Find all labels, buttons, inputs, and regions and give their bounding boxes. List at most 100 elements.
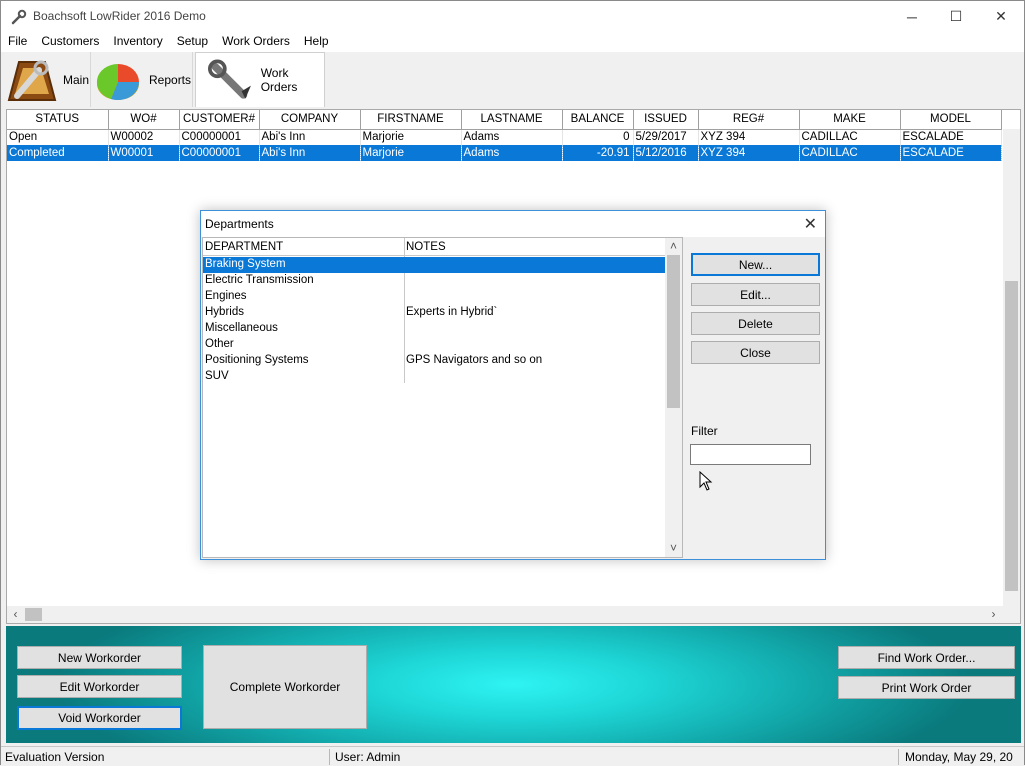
maximize-button[interactable]: ☐ xyxy=(933,1,979,32)
cell-firstname: Marjorie xyxy=(360,145,462,161)
menu-help[interactable]: Help xyxy=(297,32,336,52)
tab-main[interactable]: Main xyxy=(5,52,91,107)
list-item[interactable]: Miscellaneous xyxy=(203,321,666,337)
grid-horizontal-scroll-thumb[interactable] xyxy=(25,608,42,621)
col-header-model[interactable]: MODEL xyxy=(900,110,1002,130)
departments-list-header: DEPARTMENT NOTES xyxy=(203,238,666,256)
menu-inventory[interactable]: Inventory xyxy=(106,32,169,52)
close-dialog-button[interactable]: Close xyxy=(691,341,820,364)
table-row[interactable]: Completed W00001 C00000001 Abi's Inn Mar… xyxy=(7,145,1002,161)
app-window: Boachsoft LowRider 2016 Demo ─ ☐ ✕ File … xyxy=(0,0,1025,766)
status-divider xyxy=(329,749,330,765)
action-panel: New Workorder Edit Workorder Void Workor… xyxy=(6,626,1021,743)
list-item[interactable]: Positioning Systems GPS Navigators and s… xyxy=(203,353,666,369)
status-version: Evaluation Version xyxy=(5,750,105,764)
department-notes: GPS Navigators and so on xyxy=(406,354,543,366)
grid-vertical-scroll-thumb[interactable] xyxy=(1005,281,1018,591)
scroll-left-icon[interactable]: ‹ xyxy=(7,606,24,623)
grid-header-row: STATUS WO# CUSTOMER# COMPANY FIRSTNAME L… xyxy=(7,110,1002,130)
scroll-right-icon[interactable]: › xyxy=(985,606,1002,623)
cell-firstname: Marjorie xyxy=(360,129,462,145)
col-header-department[interactable]: DEPARTMENT xyxy=(205,241,283,253)
delete-department-button[interactable]: Delete xyxy=(691,312,820,335)
print-work-order-button[interactable]: Print Work Order xyxy=(838,676,1015,699)
list-item[interactable]: SUV xyxy=(203,369,666,385)
cell-issued: 5/29/2017 xyxy=(633,129,699,145)
department-name: Engines xyxy=(205,290,247,302)
col-header-balance[interactable]: BALANCE xyxy=(562,110,634,130)
col-header-status[interactable]: STATUS xyxy=(7,110,109,130)
grid-horizontal-scrollbar[interactable]: ‹ › xyxy=(7,606,1020,623)
col-header-notes[interactable]: NOTES xyxy=(406,241,446,253)
wrench-gauge-icon xyxy=(7,60,57,101)
department-notes: Experts in Hybrid` xyxy=(406,306,498,318)
cell-balance: 0 xyxy=(562,129,634,145)
dialog-title: Departments xyxy=(205,217,274,231)
department-name: Miscellaneous xyxy=(205,322,278,334)
close-window-button[interactable]: ✕ xyxy=(978,1,1024,32)
cell-issued: 5/12/2016 xyxy=(633,145,699,161)
department-name: Electric Transmission xyxy=(205,274,314,286)
col-header-company[interactable]: COMPANY xyxy=(259,110,361,130)
list-item[interactable]: Hybrids Experts in Hybrid` xyxy=(203,305,666,321)
scroll-up-icon[interactable]: ˄ xyxy=(665,238,682,255)
departments-scroll-thumb[interactable] xyxy=(667,255,680,408)
department-name: SUV xyxy=(205,370,229,382)
cell-wo: W00002 xyxy=(108,129,180,145)
new-workorder-button[interactable]: New Workorder xyxy=(17,646,182,669)
scroll-down-icon[interactable]: ˅ xyxy=(665,540,682,557)
col-header-customer[interactable]: CUSTOMER# xyxy=(179,110,260,130)
col-header-make[interactable]: MAKE xyxy=(799,110,901,130)
menu-work-orders[interactable]: Work Orders xyxy=(215,32,297,52)
menu-setup[interactable]: Setup xyxy=(170,32,215,52)
cell-wo: W00001 xyxy=(108,145,180,161)
tab-strip: Main Reports Work Orders xyxy=(1,52,1024,107)
list-item[interactable]: Engines xyxy=(203,289,666,305)
tab-work-orders[interactable]: Work Orders xyxy=(195,52,325,107)
mouse-cursor-icon xyxy=(699,471,713,491)
filter-input[interactable] xyxy=(690,444,811,465)
cell-reg: XYZ 394 xyxy=(698,129,800,145)
list-item[interactable]: Braking System xyxy=(203,257,666,273)
col-header-lastname[interactable]: LASTNAME xyxy=(461,110,563,130)
list-item[interactable]: Other xyxy=(203,337,666,353)
menu-file[interactable]: File xyxy=(1,32,34,52)
grid-vertical-scrollbar[interactable] xyxy=(1003,129,1020,607)
table-row[interactable]: Open W00002 C00000001 Abi's Inn Marjorie… xyxy=(7,129,1002,145)
tab-reports-label: Reports xyxy=(149,72,192,87)
cell-balance: -20.91 xyxy=(562,145,634,161)
dialog-close-icon[interactable]: ✕ xyxy=(804,214,817,234)
void-workorder-button[interactable]: Void Workorder xyxy=(17,706,182,730)
cell-company: Abi's Inn xyxy=(259,145,361,161)
menu-customers[interactable]: Customers xyxy=(34,32,106,52)
filter-label: Filter xyxy=(691,424,718,438)
department-name: Braking System xyxy=(205,258,286,270)
edit-department-button[interactable]: Edit... xyxy=(691,283,820,306)
tab-work-orders-label: Work Orders xyxy=(260,66,298,94)
cell-company: Abi's Inn xyxy=(259,129,361,145)
new-department-button[interactable]: New... xyxy=(691,253,820,276)
cell-status: Completed xyxy=(7,145,109,161)
col-header-issued[interactable]: ISSUED xyxy=(633,110,699,130)
cell-model: ESCALADE xyxy=(900,129,1002,145)
status-user: User: Admin xyxy=(335,750,401,764)
departments-dialog: Departments ✕ DEPARTMENT NOTES Braking S… xyxy=(200,210,826,560)
departments-vertical-scrollbar[interactable]: ˄ ˅ xyxy=(665,238,682,557)
departments-list[interactable]: DEPARTMENT NOTES Braking System Electric… xyxy=(202,237,683,558)
edit-workorder-button[interactable]: Edit Workorder xyxy=(17,675,182,698)
complete-workorder-button[interactable]: Complete Workorder xyxy=(203,645,367,729)
cell-status: Open xyxy=(7,129,109,145)
list-item[interactable]: Electric Transmission xyxy=(203,273,666,289)
window-title: Boachsoft LowRider 2016 Demo xyxy=(33,9,206,23)
cell-customer: C00000001 xyxy=(179,129,260,145)
col-header-wo[interactable]: WO# xyxy=(108,110,180,130)
menu-bar: File Customers Inventory Setup Work Orde… xyxy=(1,32,1024,52)
tab-reports[interactable]: Reports xyxy=(93,52,193,107)
minimize-button[interactable]: ─ xyxy=(889,1,935,32)
title-bar: Boachsoft LowRider 2016 Demo ─ ☐ ✕ xyxy=(1,1,1024,32)
col-header-firstname[interactable]: FIRSTNAME xyxy=(360,110,462,130)
find-work-order-button[interactable]: Find Work Order... xyxy=(838,646,1015,669)
wrench-icon xyxy=(208,59,251,99)
col-header-reg[interactable]: REG# xyxy=(698,110,800,130)
cell-model: ESCALADE xyxy=(900,145,1002,161)
